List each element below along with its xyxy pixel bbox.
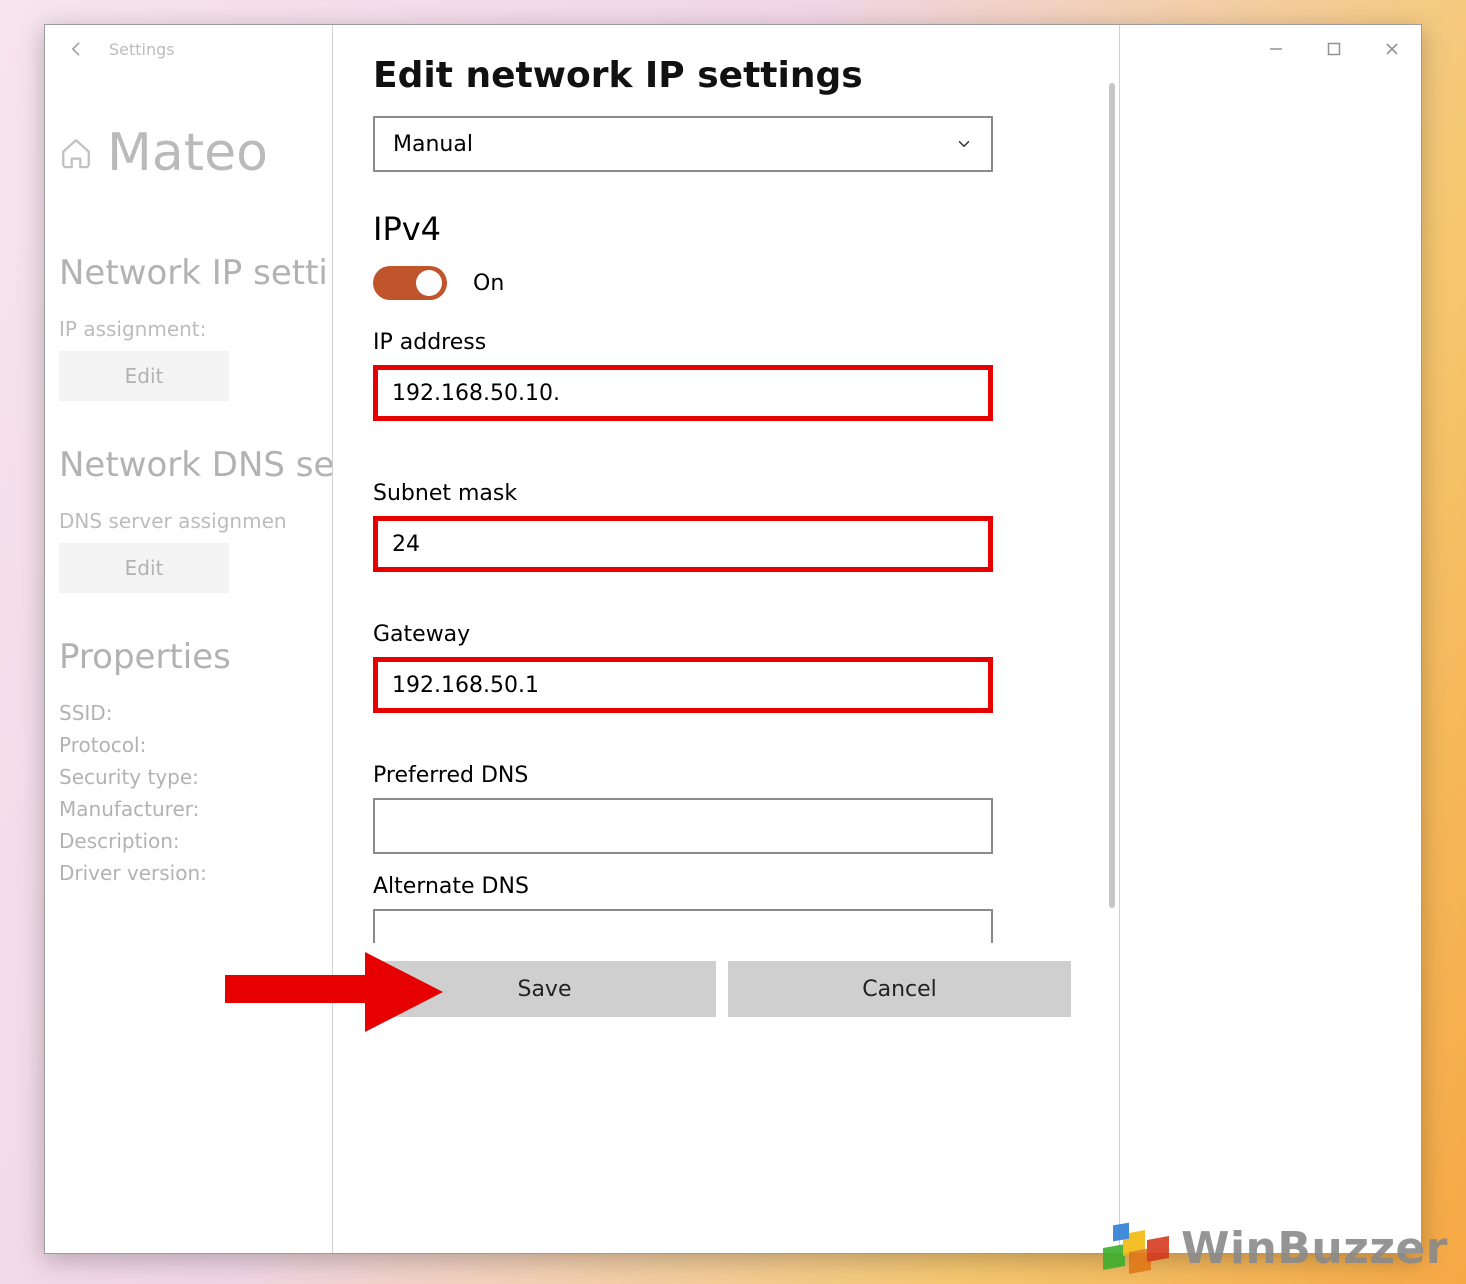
watermark-text: WinBuzzer (1181, 1223, 1448, 1274)
save-button[interactable]: Save (373, 961, 716, 1017)
alternate-dns-label: Alternate DNS (373, 874, 1071, 899)
dialog-content: Edit network IP settings Manual IPv4 On … (333, 25, 1119, 1253)
toggle-knob (416, 270, 442, 296)
preferred-dns-input[interactable] (373, 798, 993, 854)
subnet-label: Subnet mask (373, 481, 1071, 506)
ipv4-toggle-state: On (473, 271, 504, 296)
ip-mode-value: Manual (393, 132, 473, 157)
ipv4-heading: IPv4 (373, 210, 1071, 248)
gateway-label: Gateway (373, 622, 1071, 647)
edit-ip-dialog: Edit network IP settings Manual IPv4 On … (332, 25, 1120, 1253)
dialog-title: Edit network IP settings (373, 55, 1071, 96)
subnet-input[interactable]: 24 (373, 516, 993, 572)
dialog-buttons: Save Cancel (373, 961, 1071, 1017)
gateway-input[interactable]: 192.168.50.1 (373, 657, 993, 713)
ip-mode-select[interactable]: Manual (373, 116, 993, 172)
watermark-logo-icon (1095, 1220, 1175, 1276)
ipv4-toggle[interactable] (373, 266, 447, 300)
cancel-button[interactable]: Cancel (728, 961, 1071, 1017)
dialog-scrollbar[interactable] (1109, 83, 1115, 908)
watermark: WinBuzzer (1095, 1220, 1448, 1276)
alternate-dns-input[interactable] (373, 909, 993, 943)
preferred-dns-label: Preferred DNS (373, 763, 1071, 788)
settings-window: Settings Mateo Network IP setti IP assig… (44, 24, 1422, 1254)
ipv4-toggle-row: On (373, 266, 1071, 300)
ip-address-input[interactable]: 192.168.50.10. (373, 365, 993, 421)
ip-address-label: IP address (373, 330, 1071, 355)
chevron-down-icon (955, 135, 973, 153)
